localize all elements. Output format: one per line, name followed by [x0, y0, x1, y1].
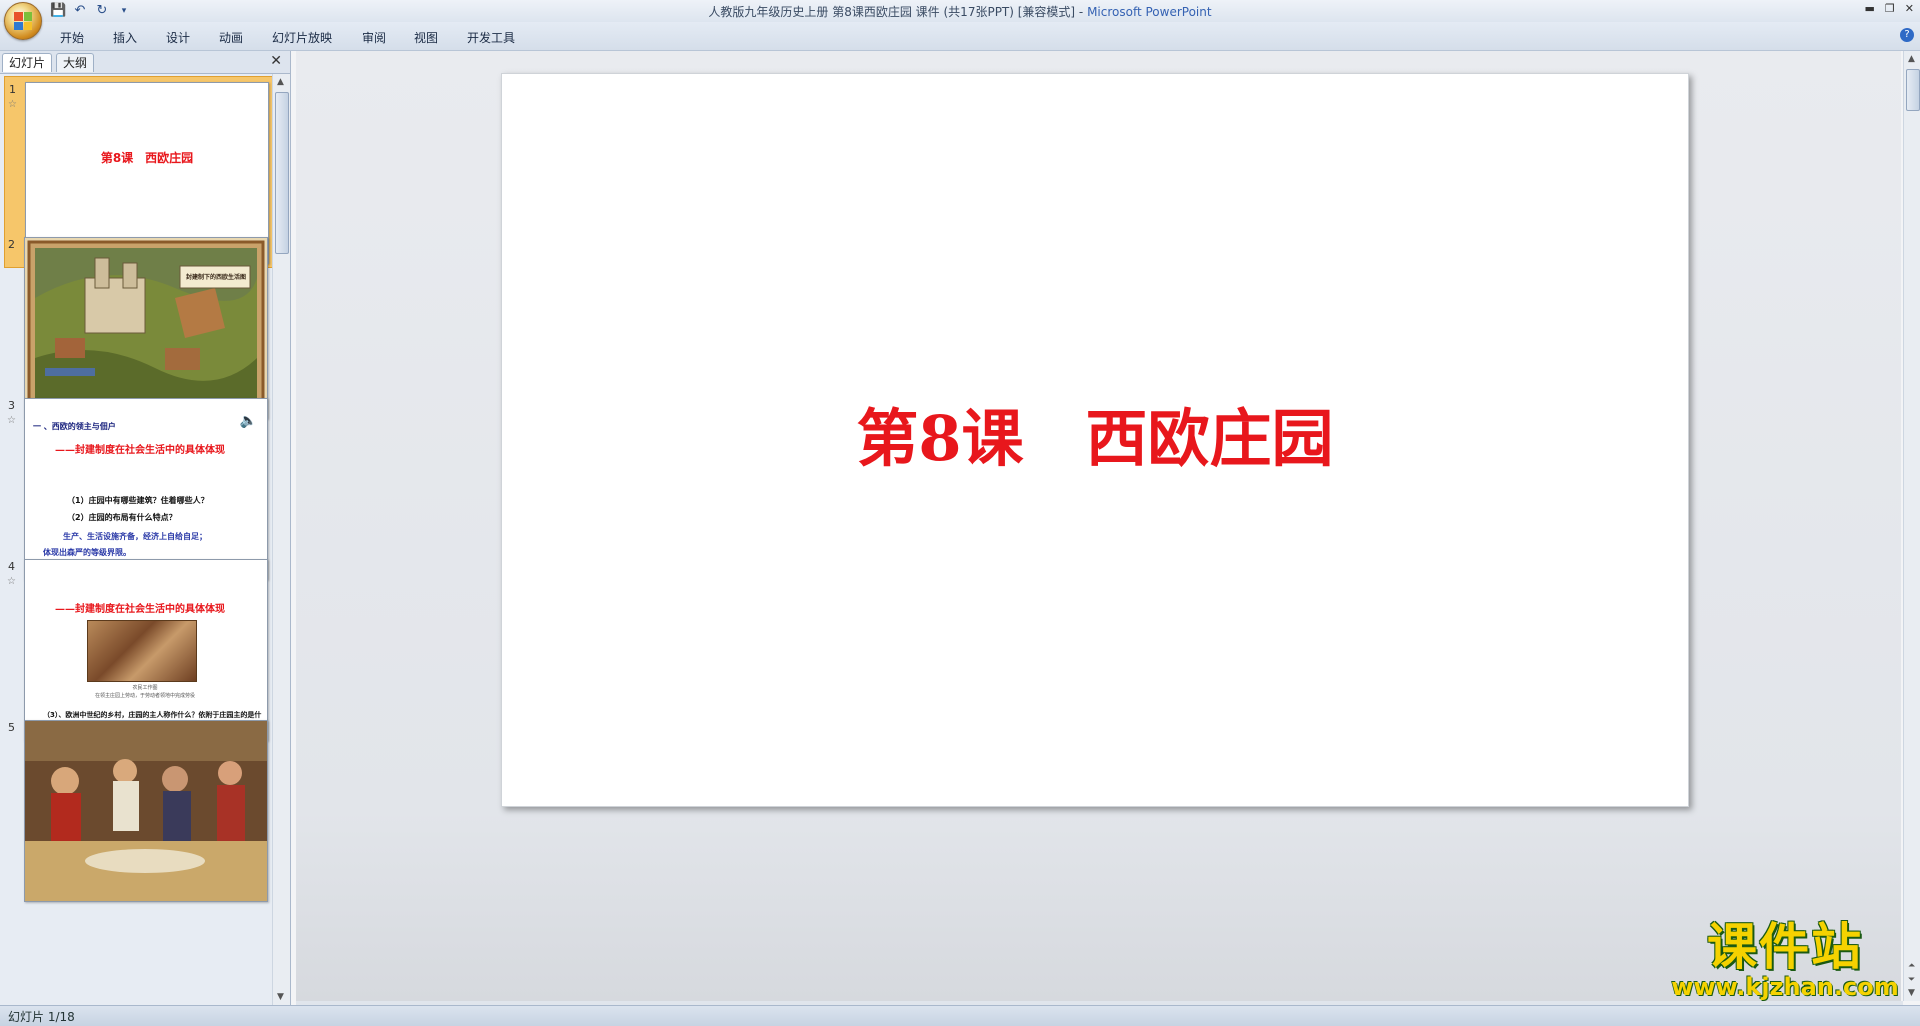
document-title: 人教版九年级历史上册 第8课西欧庄园 课件 (共17张PPT) [兼容模式] -	[708, 5, 1088, 19]
thumbnail-canvas: 一 、西欧的领主与佃户 🔈 ——封建制度在社会生活中的具体体现 （1）庄园中有哪…	[24, 398, 268, 580]
thumbnail-question-1: （1）庄园中有哪些建筑？住着哪些人？	[67, 496, 209, 505]
editor-scrollbar[interactable]: ▲ ⏶ ⏷ ▼	[1903, 51, 1920, 1001]
ribbon-tabs: 开始 插入 设计 动画 幻灯片放映 审阅 视图 开发工具 ?	[0, 22, 1920, 51]
animation-star-icon: ☆	[8, 99, 17, 110]
slide-number: 4	[8, 560, 15, 573]
watermark-url: www.kjzhan.com	[1671, 973, 1899, 1001]
slide-editor-area: 第8课 西欧庄园	[296, 51, 1901, 1001]
tab-outline[interactable]: 大纲	[56, 53, 95, 72]
help-icon[interactable]: ?	[1900, 28, 1914, 42]
office-logo-icon	[14, 12, 32, 30]
thumbnail-caption-detail: 在领主庄园上劳动，于劳动者领地中完成劳役	[94, 693, 195, 699]
speaker-icon: 🔈	[239, 413, 257, 429]
close-window-icon[interactable]: ✕	[1905, 2, 1914, 15]
manor-painting-image	[27, 240, 265, 416]
thumbnail-list: 1 ☆ 第8课 西欧庄园 2 封建制下的西欧生活图 3 ☆ 一 、西欧的领主与佃…	[0, 74, 272, 1005]
minimize-icon[interactable]: ▬	[1865, 2, 1875, 15]
previous-slide-icon[interactable]: ⏶	[1908, 961, 1915, 971]
thumbnail-caption: 农民工作图	[132, 685, 158, 691]
tab-slideshow[interactable]: 幻灯片放映	[272, 29, 332, 46]
tab-developer[interactable]: 开发工具	[467, 29, 515, 46]
slide-counter: 幻灯片 1/18	[8, 1010, 75, 1024]
close-panel-icon[interactable]: ✕	[270, 53, 282, 69]
thumbnail-canvas: 封建制下的西欧生活图	[24, 237, 268, 419]
animation-star-icon: ☆	[7, 576, 16, 587]
slide-thumbnail-5[interactable]: 5	[4, 715, 272, 905]
slide-number: 3	[8, 399, 15, 412]
animation-star-icon: ☆	[7, 415, 16, 426]
tab-view[interactable]: 视图	[414, 29, 438, 46]
tab-animation[interactable]: 动画	[219, 29, 243, 46]
scroll-down-icon[interactable]: ▼	[277, 992, 284, 1002]
panel-tabs: 幻灯片 大纲 ✕	[0, 51, 290, 74]
window-title: 人教版九年级历史上册 第8课西欧庄园 课件 (共17张PPT) [兼容模式] -…	[0, 3, 1920, 20]
scrollbar-thumb[interactable]	[1906, 69, 1920, 111]
slide-number: 1	[9, 83, 16, 96]
app-name: Microsoft PowerPoint	[1087, 5, 1212, 19]
site-watermark: 课件站 www.kjzhan.com	[1665, 920, 1905, 1000]
status-bar: 幻灯片 1/18	[0, 1005, 1920, 1026]
painting-banner-label: 封建制下的西欧生活图	[185, 274, 246, 281]
slides-panel: 幻灯片 大纲 ✕ 1 ☆ 第8课 西欧庄园 2 封建制下的西欧生活图 3 ☆ 一…	[0, 51, 291, 1005]
feast-painting-image	[25, 721, 267, 901]
thumbnail-subheading: ——封建制度在社会生活中的具体体现	[55, 445, 225, 456]
slide-number: 5	[8, 721, 15, 734]
current-slide[interactable]: 第8课 西欧庄园	[501, 73, 1689, 807]
office-button[interactable]	[4, 2, 42, 40]
thumbnail-question-2: （2）庄园的布局有什么特点？	[67, 513, 177, 522]
title-bar: 💾 ↶ ↻ ▾ 人教版九年级历史上册 第8课西欧庄园 课件 (共17张PPT) …	[0, 0, 1920, 23]
tab-design[interactable]: 设计	[166, 29, 190, 46]
panel-scrollbar[interactable]: ▲ ▼	[272, 74, 290, 1005]
peasant-painting-image	[87, 620, 197, 682]
scroll-up-icon[interactable]: ▲	[277, 77, 284, 87]
tab-home[interactable]: 开始	[60, 29, 84, 46]
thumbnail-heading: 一 、西欧的领主与佃户	[33, 422, 116, 431]
thumbnail-heading: ——封建制度在社会生活中的具体体现	[55, 604, 225, 615]
scrollbar-thumb[interactable]	[275, 92, 289, 254]
slide-number: 2	[8, 238, 15, 251]
window-controls: ▬ ❐ ✕	[1865, 2, 1915, 15]
thumbnail-canvas: ——封建制度在社会生活中的具体体现 农民工作图 在领主庄园上劳动，于劳动者领地中…	[24, 559, 268, 741]
restore-icon[interactable]: ❐	[1885, 2, 1895, 15]
tab-review[interactable]: 审阅	[362, 29, 386, 46]
thumbnail-title: 第8课 西欧庄园	[100, 151, 194, 165]
watermark-logo-text: 课件站	[1707, 918, 1863, 976]
slide-title[interactable]: 第8课 西欧庄园	[502, 388, 1688, 478]
thumbnail-answer-1: 生产、生活设施齐备，经济上自给自足；	[63, 532, 207, 541]
scroll-up-icon[interactable]: ▲	[1908, 54, 1915, 64]
tab-insert[interactable]: 插入	[113, 29, 137, 46]
scroll-down-icon[interactable]: ▼	[1908, 988, 1915, 998]
next-slide-icon[interactable]: ⏷	[1908, 975, 1915, 985]
thumbnail-canvas	[24, 720, 268, 902]
tab-slides[interactable]: 幻灯片	[2, 53, 53, 72]
